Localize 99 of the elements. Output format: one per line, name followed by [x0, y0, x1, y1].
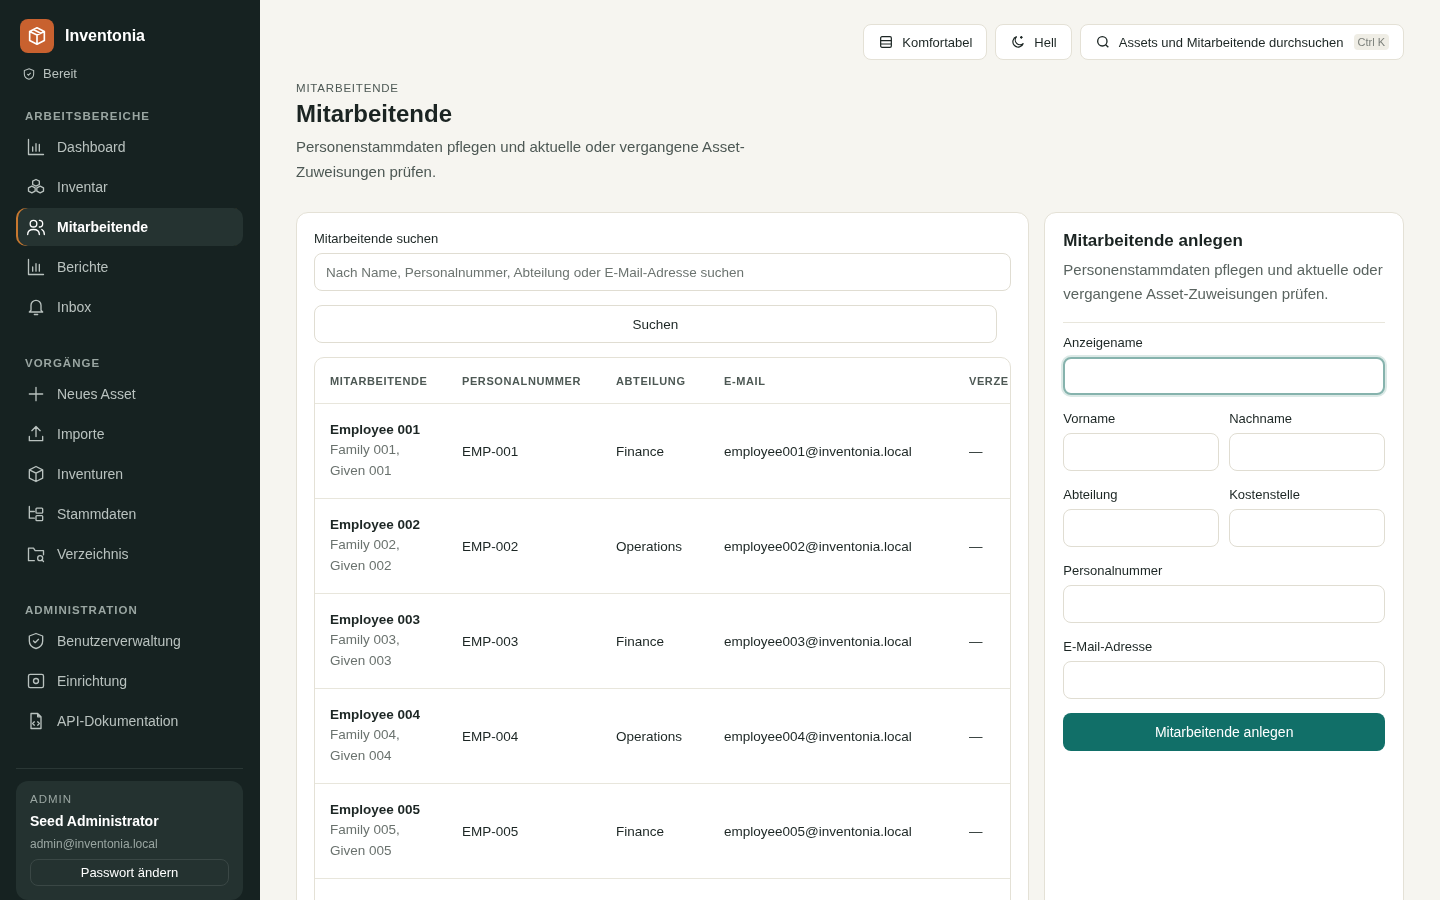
table-cell-text: EMP-002	[462, 538, 520, 554]
employee-name: Employee 002	[330, 516, 422, 532]
package-icon	[26, 464, 46, 484]
nav-item[interactable]: Importe	[16, 415, 243, 453]
table-cell-text: Operations	[616, 728, 684, 744]
table-cell-text: EMP-005	[462, 823, 520, 839]
employee-detail: Family 005, Given 005	[330, 820, 401, 860]
user-name: Seed Administrator	[30, 813, 160, 829]
status-text: Bereit	[43, 66, 77, 81]
text-field[interactable]	[1063, 585, 1385, 623]
table-cell-text: EMP-003	[462, 633, 520, 649]
employee-detail: Family 004, Given 004	[330, 725, 401, 765]
text-field[interactable]	[1063, 509, 1220, 547]
field-label: Kostenstelle	[1229, 487, 1301, 502]
table-cell-text: Finance	[616, 823, 666, 839]
field-label: Abteilung	[1063, 487, 1119, 502]
column-header: MITARBEITENDE	[330, 374, 429, 387]
app-name: Inventonia	[65, 27, 145, 45]
nav-item[interactable]: Benutzerverwaltung	[16, 622, 243, 660]
nav-item[interactable]: Berichte	[16, 248, 243, 286]
table-cell-text: Operations	[616, 538, 684, 554]
employee-name: Employee 001	[330, 421, 422, 437]
form-description: Personenstammdaten pflegen und aktuelle oder vergangene Asset-Zuweisungen prüfen.	[1063, 260, 1384, 304]
table-cell-text: Finance	[616, 633, 666, 649]
employee-name: Employee 004	[330, 706, 422, 722]
table-cell-text: EMP-004	[462, 728, 520, 744]
density-button[interactable]: Komfortabel	[863, 24, 988, 60]
employee-detail: Family 002, Given 002	[330, 535, 401, 575]
column-header: ABTEILUNG	[616, 374, 687, 387]
table-cell-text: employee005@inventonia.local	[724, 823, 913, 839]
upload-icon	[26, 424, 46, 444]
table-cell-text: employee002@inventonia.local	[724, 538, 913, 554]
section-heading: ARBEITSBEREICHE	[25, 110, 151, 122]
package-logo-icon	[20, 19, 54, 53]
text-field[interactable]	[1063, 661, 1385, 699]
column-header: E-MAIL	[724, 374, 767, 387]
table-cell-text: employee003@inventonia.local	[724, 633, 913, 649]
text-field[interactable]	[1063, 433, 1220, 471]
table-cell-text: employee001@inventonia.local	[724, 443, 913, 459]
bell-icon	[26, 297, 46, 317]
theme-button[interactable]: Hell	[995, 24, 1072, 60]
change-password-button[interactable]: Passwort ändern	[30, 859, 229, 886]
table-cell-text: —	[969, 443, 984, 459]
section-heading: VORGÄNGE	[25, 357, 102, 369]
page-title: Mitarbeitende	[296, 100, 454, 128]
table-cell-text: EMP-001	[462, 443, 520, 459]
nav-item[interactable]: Inbox	[16, 288, 243, 326]
text-field[interactable]	[1229, 433, 1385, 471]
field-label: Vorname	[1063, 411, 1117, 426]
employee-detail: Family 001, Given 001	[330, 440, 401, 480]
page-eyebrow: MITARBEITENDE	[296, 82, 400, 94]
nav-item[interactable]: Neues Asset	[16, 375, 243, 413]
employee-name: Employee 005	[330, 801, 422, 817]
bar-chart-icon	[26, 257, 46, 277]
nav-item[interactable]: API-Dokumentation	[16, 702, 243, 740]
field-label: Nachname	[1229, 411, 1294, 426]
user-email: admin@inventonia.local	[30, 837, 159, 851]
table-cell-text: —	[969, 728, 984, 744]
nav-item[interactable]: Stammdaten	[16, 495, 243, 533]
search-button[interactable]: Suchen	[314, 305, 997, 343]
users-icon	[26, 217, 46, 237]
table-cell-text: —	[969, 633, 984, 649]
field-label: Anzeigename	[1063, 335, 1144, 350]
user-role: ADMIN	[30, 793, 74, 805]
moon-icon	[1010, 34, 1027, 50]
submit-button[interactable]: Mitarbeitende anlegen	[1063, 713, 1385, 751]
employee-detail: Family 003, Given 003	[330, 630, 401, 670]
table-cell-text: employee004@inventonia.local	[724, 728, 913, 744]
shield-check-icon	[22, 66, 36, 81]
text-field[interactable]	[1063, 357, 1385, 395]
column-header: VERZE	[969, 374, 1010, 387]
gear-icon	[26, 671, 46, 691]
tree-icon	[26, 504, 46, 524]
form-title: Mitarbeitende anlegen	[1063, 231, 1244, 251]
list-icon	[878, 34, 895, 50]
shield-check-icon	[26, 631, 46, 651]
search-icon	[1094, 34, 1111, 50]
table-cell-text: Finance	[616, 443, 666, 459]
search-field[interactable]: Nach Name, Personalnummer, Abteilung oder E-Mail-Adresse suchen	[314, 253, 1012, 291]
field-label: Personalnummer	[1063, 563, 1164, 578]
plus-icon	[26, 384, 46, 404]
nav-item[interactable]: Inventar	[16, 168, 243, 206]
column-header: PERSONALNUMMER	[462, 374, 582, 387]
field-label: E-Mail-Adresse	[1063, 639, 1154, 654]
nav-item[interactable]: Inventuren	[16, 455, 243, 493]
nav-item[interactable]: Mitarbeitende	[16, 208, 243, 246]
field-label: Mitarbeitende suchen	[314, 231, 440, 246]
table-cell-text: —	[969, 538, 984, 554]
nav-item[interactable]: Verzeichnis	[16, 535, 243, 573]
section-heading: ADMINISTRATION	[25, 604, 139, 616]
employee-name: Employee 003	[330, 611, 422, 627]
page-description: Personenstammdaten pflegen und aktuelle oder vergangene Asset-Zuweisungen prüfen.	[296, 137, 746, 182]
table-cell-text: —	[969, 823, 984, 839]
nav-item[interactable]: Einrichtung	[16, 662, 243, 700]
text-field[interactable]	[1229, 509, 1385, 547]
global-search-button[interactable]: Assets und Mitarbeitende durchsuchen Ctrl K	[1079, 24, 1404, 60]
shortcut-badge: Ctrl K	[1353, 34, 1389, 50]
nav-item[interactable]: Dashboard	[16, 128, 243, 166]
bar-chart-icon	[26, 137, 46, 157]
